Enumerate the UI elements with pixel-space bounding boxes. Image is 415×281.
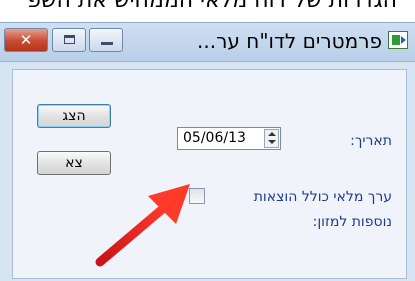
arrow-shaft bbox=[95, 201, 171, 267]
annotation-arrow bbox=[95, 184, 190, 267]
